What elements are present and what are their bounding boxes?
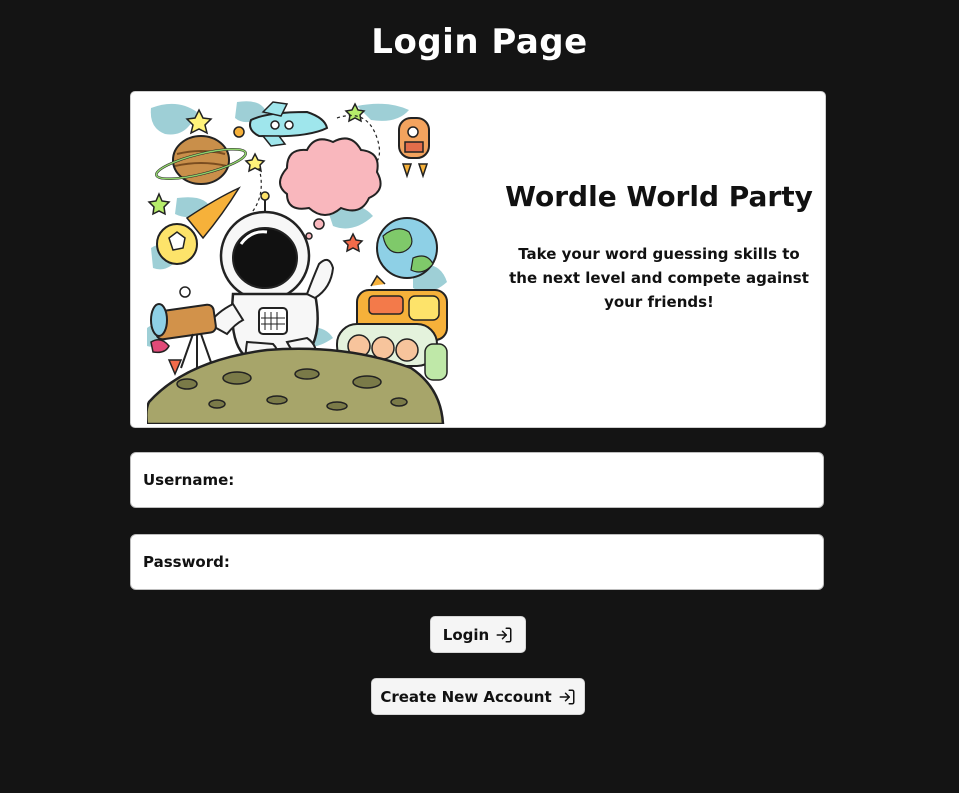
create-account-button-label: Create New Account xyxy=(380,687,552,706)
username-field[interactable]: Username: xyxy=(130,452,824,508)
login-icon xyxy=(496,627,512,642)
hero-card: Wordle World Party Take your word guessi… xyxy=(130,91,826,428)
hero-description: Take your word guessing skills to the ne… xyxy=(509,245,809,311)
login-button[interactable]: Login xyxy=(430,616,526,653)
login-icon xyxy=(559,689,575,704)
password-input[interactable] xyxy=(229,535,823,589)
username-input[interactable] xyxy=(234,453,823,507)
astronaut-illustration xyxy=(147,101,448,424)
login-page: Login Page Wordle World Party Take your … xyxy=(0,0,959,793)
password-label: Password: xyxy=(143,553,230,571)
login-button-label: Login xyxy=(442,625,490,644)
create-account-button[interactable]: Create New Account xyxy=(371,678,585,715)
hero-title: Wordle World Party xyxy=(505,180,813,213)
password-field[interactable]: Password: xyxy=(130,534,824,590)
username-label: Username: xyxy=(143,471,235,489)
page-title: Login Page xyxy=(371,22,588,62)
